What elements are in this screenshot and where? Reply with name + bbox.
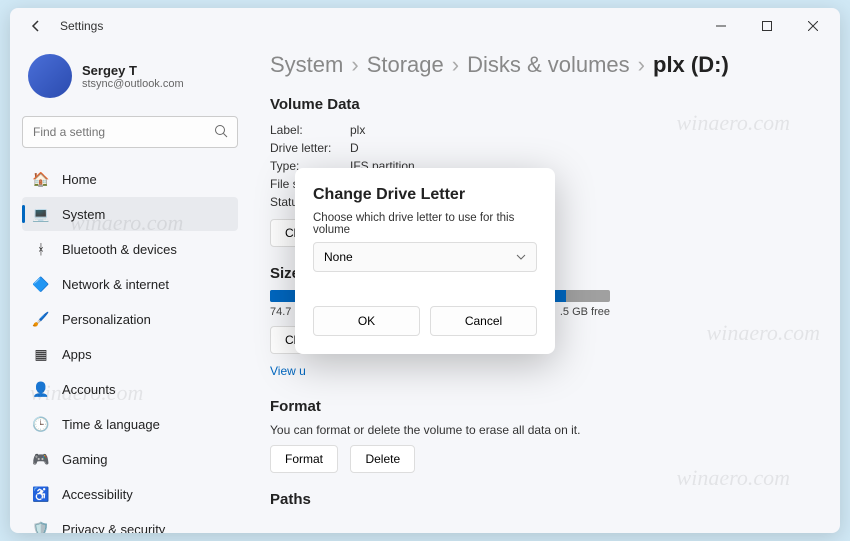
settings-window: Settings Sergey T stsync@outlook.com 🏠Ho… — [10, 8, 840, 533]
ok-button[interactable]: OK — [313, 306, 420, 336]
drive-letter-select-value: None — [324, 250, 353, 264]
change-drive-letter-dialog: Change Drive Letter Choose which drive l… — [295, 168, 555, 354]
cancel-button[interactable]: Cancel — [430, 306, 537, 336]
dialog-desc: Choose which drive letter to use for thi… — [313, 212, 537, 236]
drive-letter-select[interactable]: None — [313, 242, 537, 272]
chevron-down-icon — [516, 252, 526, 262]
dialog-title: Change Drive Letter — [313, 186, 537, 204]
modal-overlay: Change Drive Letter Choose which drive l… — [10, 8, 840, 533]
